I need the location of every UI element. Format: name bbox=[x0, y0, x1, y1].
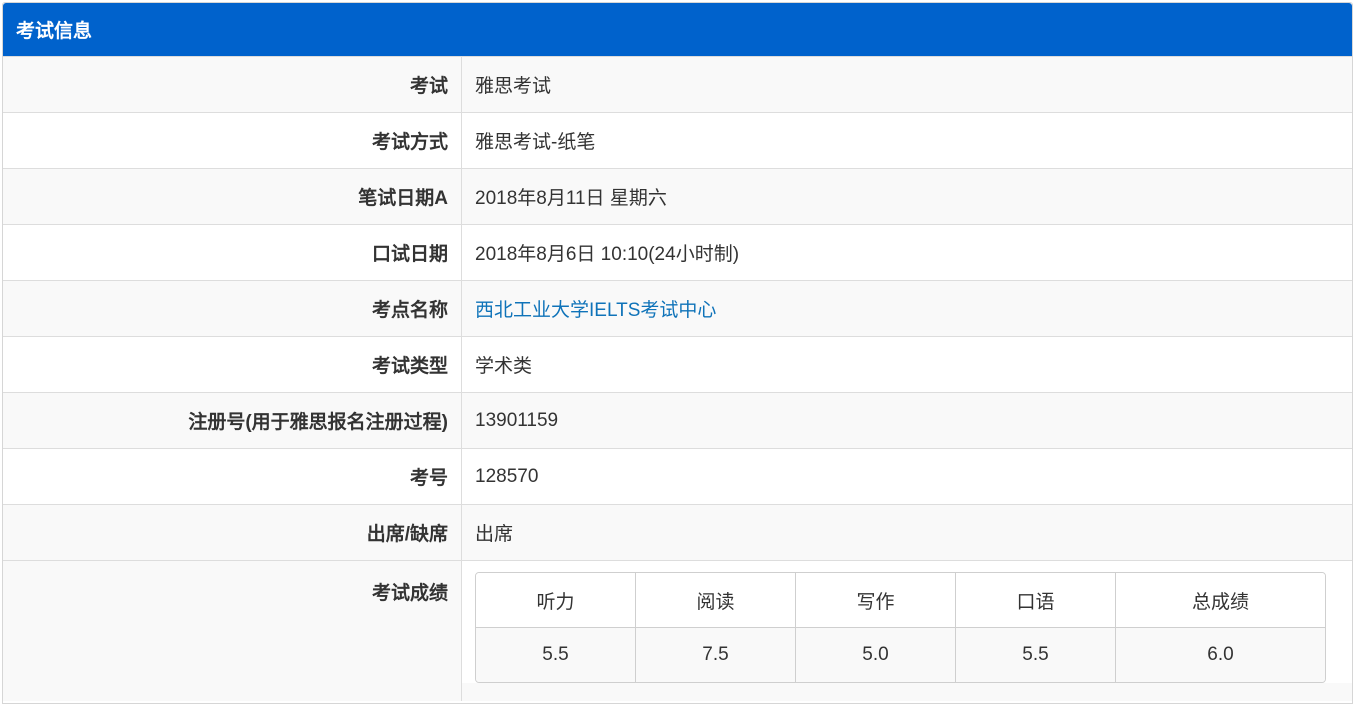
scores-container: 听力 阅读 写作 口语 总成绩 5.5 7.5 5.0 5.5 6.0 bbox=[462, 561, 1352, 683]
row-label: 考试 bbox=[3, 57, 462, 112]
row-exam-type: 考试类型 学术类 bbox=[3, 336, 1352, 392]
row-speaking-date: 口试日期 2018年8月6日 10:10(24小时制) bbox=[3, 224, 1352, 280]
row-exam: 考试 雅思考试 bbox=[3, 56, 1352, 112]
score-header-overall: 总成绩 bbox=[1191, 591, 1249, 613]
row-label: 口试日期 bbox=[3, 225, 462, 280]
row-value: 雅思考试 bbox=[475, 76, 552, 97]
exam-info-panel: 考试信息 考试 雅思考试 考试方式 雅思考试-纸笔 笔试日期A 2018年8月1… bbox=[2, 2, 1353, 704]
score-speaking: 5.5 bbox=[956, 628, 1116, 682]
score-header-writing: 写作 bbox=[796, 573, 956, 627]
score-header-speaking: 口语 bbox=[956, 573, 1116, 627]
score-listening: 5.5 bbox=[476, 628, 636, 682]
row-written-date: 笔试日期A 2018年8月11日 星期六 bbox=[3, 168, 1352, 224]
row-value: 出席 bbox=[475, 524, 514, 545]
row-label: 考点名称 bbox=[3, 281, 462, 336]
score-overall: 6.0 bbox=[1207, 644, 1234, 665]
row-exam-mode: 考试方式 雅思考试-纸笔 bbox=[3, 112, 1352, 168]
test-center-link[interactable]: 西北工业大学IELTS考试中心 bbox=[475, 295, 716, 322]
row-value: 雅思考试-纸笔 bbox=[475, 132, 596, 153]
row-label: 考试类型 bbox=[3, 337, 462, 392]
row-scores: 考试成绩 听力 阅读 写作 口语 总成绩 5.5 7.5 5.0 5.5 6.0 bbox=[3, 560, 1352, 701]
row-value: 128570 bbox=[475, 465, 539, 487]
score-reading: 7.5 bbox=[636, 628, 796, 682]
row-label: 出席/缺席 bbox=[3, 505, 462, 560]
row-candidate-number: 考号 128570 bbox=[3, 448, 1352, 504]
score-values-row: 5.5 7.5 5.0 5.5 6.0 bbox=[476, 627, 1325, 682]
row-registration-number: 注册号(用于雅思报名注册过程) 13901159 bbox=[3, 392, 1352, 448]
score-header-row: 听力 阅读 写作 口语 总成绩 bbox=[476, 573, 1325, 627]
row-value: 西北工业大学IELTS考试中心 bbox=[462, 281, 1352, 336]
row-label: 考试方式 bbox=[3, 113, 462, 168]
score-writing: 5.0 bbox=[796, 628, 956, 682]
score-header-reading: 阅读 bbox=[636, 573, 796, 627]
score-table: 听力 阅读 写作 口语 总成绩 5.5 7.5 5.0 5.5 6.0 bbox=[475, 572, 1326, 683]
row-test-center: 考点名称 西北工业大学IELTS考试中心 bbox=[3, 280, 1352, 336]
row-attendance: 出席/缺席 出席 bbox=[3, 504, 1352, 560]
row-value: 2018年8月6日 10:10(24小时制) bbox=[475, 244, 740, 265]
row-label: 注册号(用于雅思报名注册过程) bbox=[3, 393, 462, 448]
row-value: 13901159 bbox=[475, 409, 559, 431]
row-label: 笔试日期A bbox=[3, 169, 462, 224]
row-label: 考试成绩 bbox=[3, 561, 462, 701]
panel-title: 考试信息 bbox=[3, 3, 1352, 56]
row-value: 学术类 bbox=[475, 356, 533, 377]
row-label: 考号 bbox=[3, 449, 462, 504]
score-header-listening: 听力 bbox=[476, 573, 636, 627]
row-value: 2018年8月11日 星期六 bbox=[475, 188, 667, 209]
